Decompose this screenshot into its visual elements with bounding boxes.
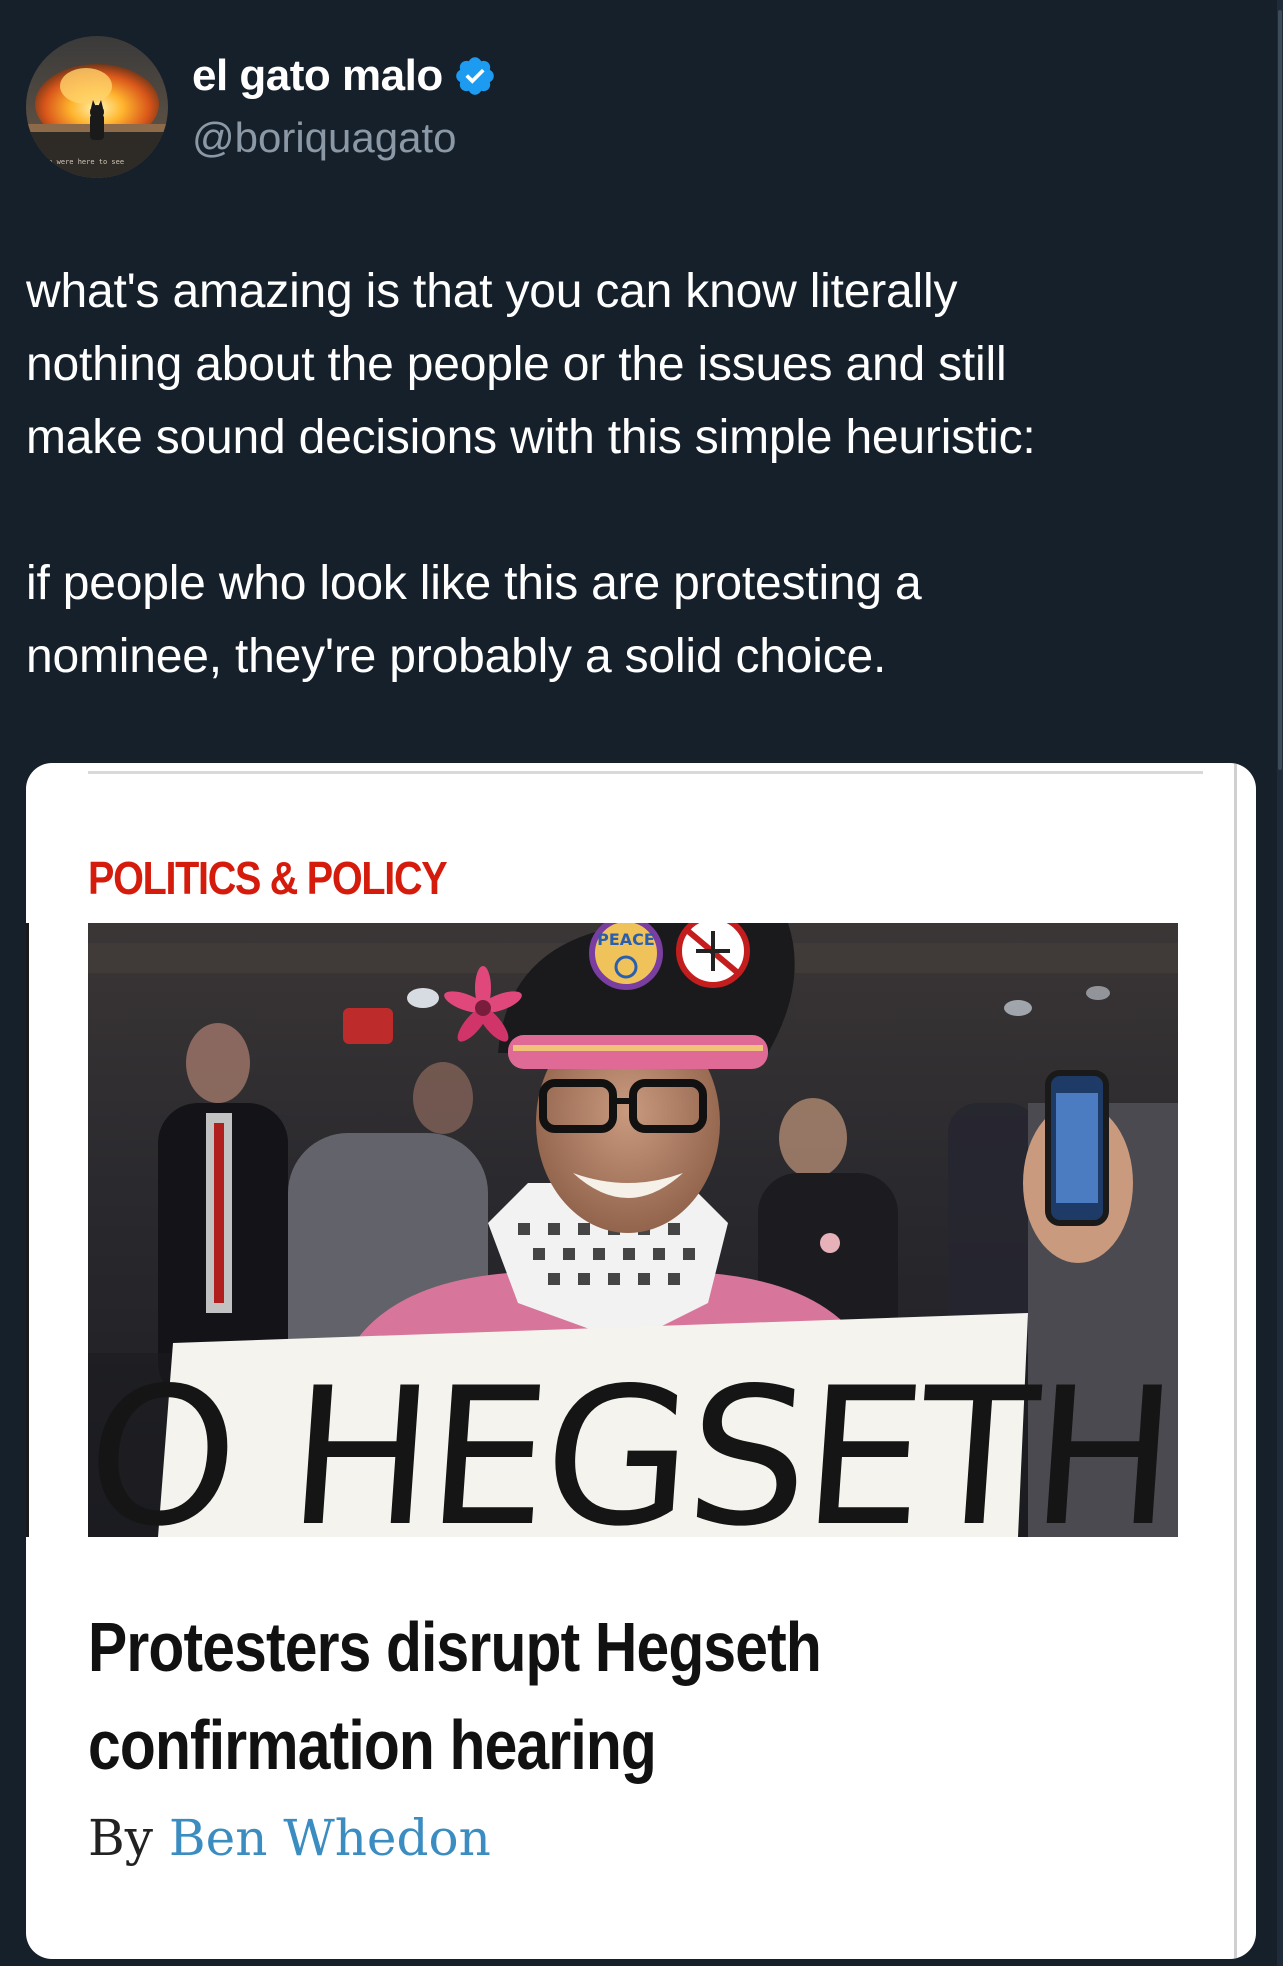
avatar[interactable]: we were here to see — [26, 36, 168, 178]
byline-author-link[interactable]: Ben Whedon — [169, 1809, 491, 1867]
tweet-text: what's amazing is that you can know lite… — [26, 265, 1036, 683]
tweet-header: we were here to see el gato malo @boriqu… — [26, 36, 1226, 180]
card-edge-left — [26, 923, 29, 1537]
display-name[interactable]: el gato malo — [192, 51, 443, 101]
section-label[interactable]: POLITICS & POLICY — [88, 851, 448, 905]
byline: By Ben Whedon — [88, 1809, 491, 1867]
card-divider — [88, 771, 1203, 774]
peace-badge-text: PEACE — [597, 930, 655, 949]
article-photo[interactable]: PEACE NO HEGSETH — [88, 923, 1178, 1537]
scrollbar[interactable] — [1277, 0, 1283, 1966]
protester-photo: PEACE NO HEGSETH — [88, 923, 1178, 1537]
article-headline[interactable]: Protesters disrupt Hegseth confirmation … — [88, 1598, 1012, 1794]
verified-badge-icon[interactable] — [453, 54, 497, 98]
avatar-explosion-cat-icon: we were here to see — [26, 36, 168, 178]
byline-prefix: By — [88, 1809, 153, 1867]
avatar-caption: we were here to see — [44, 158, 124, 166]
article-card[interactable]: POLITICS & POLICY PEACE NO HEGSETH Prote… — [26, 763, 1256, 1959]
card-edge — [1234, 763, 1237, 1959]
display-name-row[interactable]: el gato malo — [192, 50, 497, 102]
scrollbar-thumb[interactable] — [1278, 10, 1282, 770]
sign-text: NO HEGSETH — [88, 1346, 1178, 1537]
user-handle[interactable]: @boriquagato — [192, 114, 457, 162]
